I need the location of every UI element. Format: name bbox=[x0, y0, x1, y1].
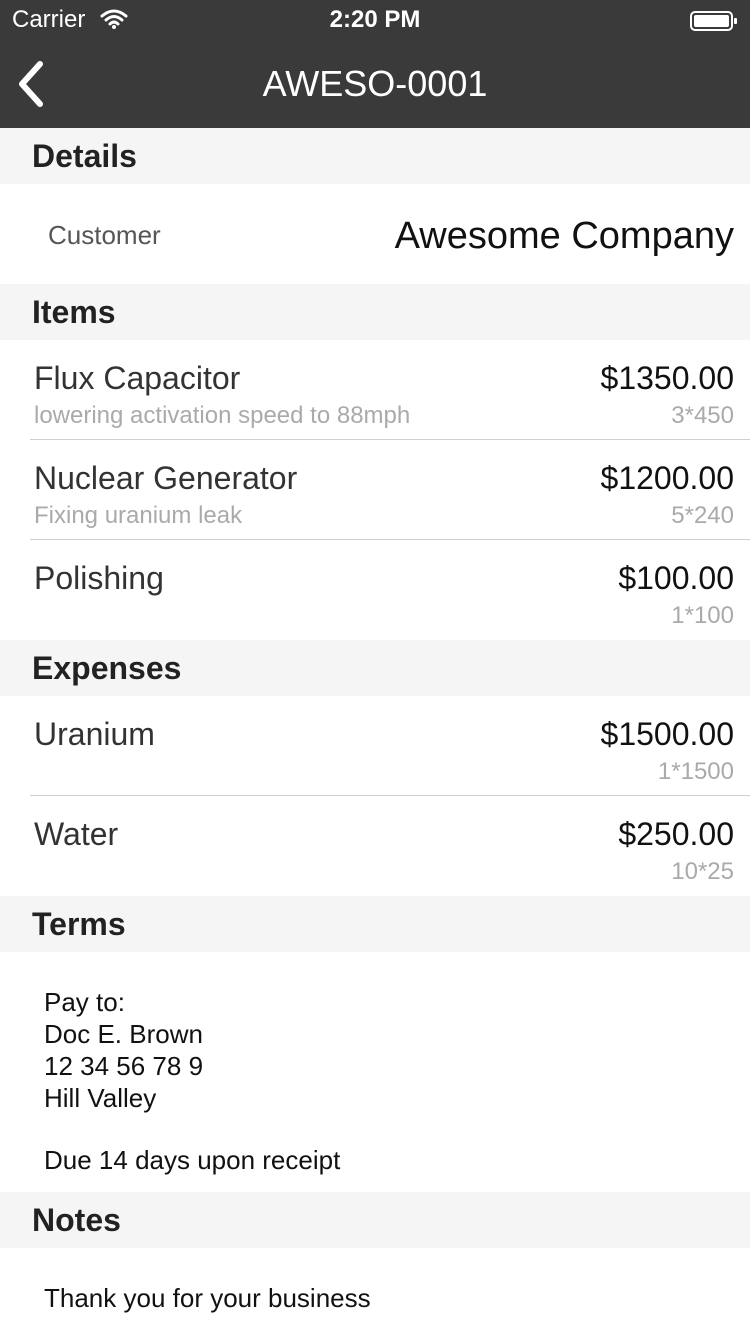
item-quantity: 1*100 bbox=[671, 602, 734, 629]
item-name: Nuclear Generator bbox=[34, 460, 298, 496]
terms-block[interactable]: Pay to: Doc E. Brown 12 34 56 78 9 Hill … bbox=[0, 952, 750, 1192]
terms-line: Pay to: bbox=[44, 987, 125, 1017]
section-header-terms: Terms bbox=[0, 896, 750, 952]
terms-line: Due 14 days upon receipt bbox=[44, 1145, 341, 1175]
item-row[interactable]: Nuclear Generator Fixing uranium leak $1… bbox=[0, 440, 750, 540]
section-title: Items bbox=[32, 294, 116, 330]
item-description: Fixing uranium leak bbox=[34, 502, 243, 529]
terms-line: Hill Valley bbox=[44, 1083, 157, 1113]
status-time: 2:20 PM bbox=[329, 6, 421, 33]
item-description: lowering activation speed to 88mph bbox=[34, 402, 411, 429]
item-row[interactable]: Flux Capacitor lowering activation speed… bbox=[0, 340, 750, 440]
item-amount: $100.00 bbox=[618, 560, 734, 596]
section-title: Notes bbox=[32, 1202, 121, 1238]
expense-row[interactable]: Water $250.00 10*25 bbox=[0, 796, 750, 896]
item-quantity: 5*240 bbox=[671, 502, 734, 529]
expense-quantity: 10*25 bbox=[671, 858, 734, 885]
item-amount: $1350.00 bbox=[600, 360, 734, 396]
expense-amount: $1500.00 bbox=[600, 716, 734, 752]
customer-label: Customer bbox=[48, 220, 161, 250]
section-title: Details bbox=[32, 138, 137, 174]
section-header-details: Details bbox=[0, 128, 750, 184]
notes-text: Thank you for your business bbox=[44, 1283, 371, 1313]
section-header-notes: Notes bbox=[0, 1192, 750, 1248]
customer-value: Awesome Company bbox=[394, 215, 734, 257]
status-bar: Carrier 2:20 PM bbox=[0, 0, 750, 40]
section-header-expenses: Expenses bbox=[0, 640, 750, 696]
section-title: Terms bbox=[32, 906, 126, 942]
expense-row[interactable]: Uranium $1500.00 1*1500 bbox=[0, 696, 750, 796]
expense-amount: $250.00 bbox=[618, 816, 734, 852]
terms-line: 12 34 56 78 9 bbox=[44, 1051, 204, 1081]
item-quantity: 3*450 bbox=[671, 402, 734, 429]
page-title: AWESO-0001 bbox=[262, 63, 488, 104]
section-title: Expenses bbox=[32, 650, 182, 686]
item-name: Polishing bbox=[34, 560, 164, 596]
nav-bar: AWESO-0001 bbox=[0, 40, 750, 128]
battery-icon bbox=[690, 10, 738, 32]
item-amount: $1200.00 bbox=[600, 460, 734, 496]
notes-block[interactable]: Thank you for your business bbox=[0, 1248, 750, 1334]
customer-row[interactable]: Customer Awesome Company bbox=[0, 184, 750, 284]
terms-line: Doc E. Brown bbox=[44, 1019, 203, 1049]
top-bar: Carrier 2:20 PM AWESO-0001 bbox=[0, 0, 750, 128]
item-row[interactable]: Polishing $100.00 1*100 bbox=[0, 540, 750, 640]
expense-name: Water bbox=[34, 816, 119, 852]
expense-name: Uranium bbox=[34, 716, 155, 752]
expense-quantity: 1*1500 bbox=[657, 758, 734, 785]
item-name: Flux Capacitor bbox=[34, 360, 241, 396]
section-header-items: Items bbox=[0, 284, 750, 340]
